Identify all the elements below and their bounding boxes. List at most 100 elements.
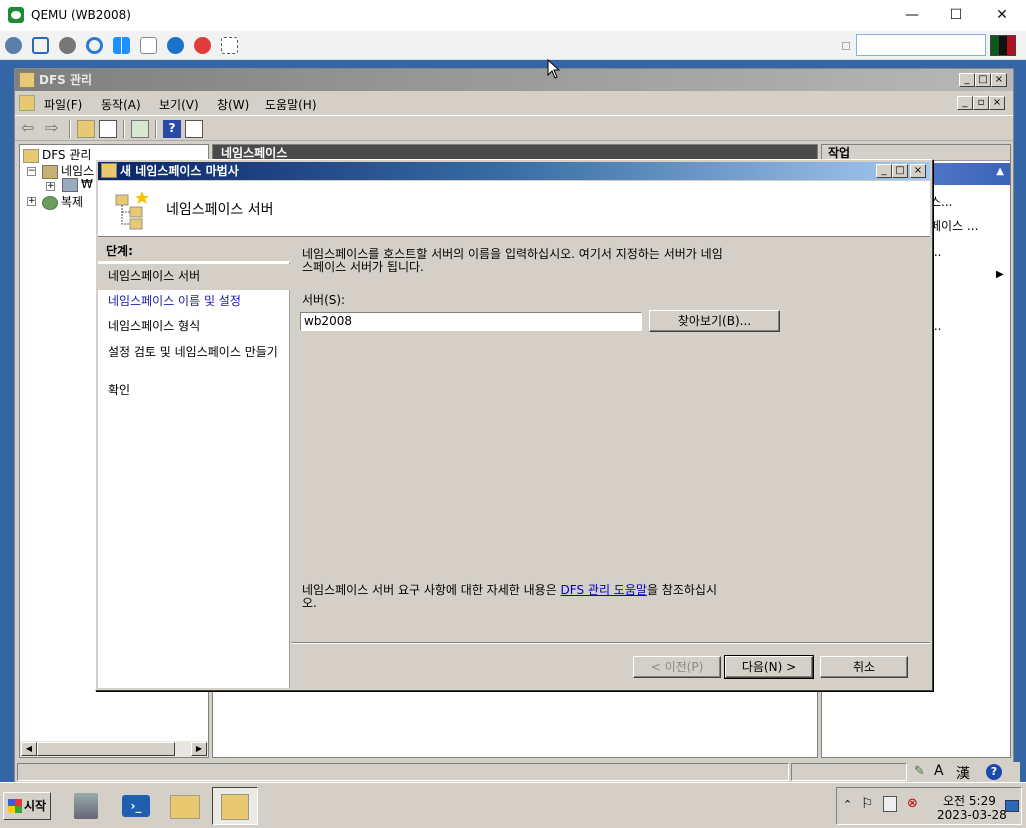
action-center-flag-icon[interactable]: ⚐ <box>861 796 874 812</box>
namespace-folder-icon <box>42 164 58 179</box>
host-maximize-button[interactable]: ☐ <box>934 4 978 26</box>
language-bar: ✎ A 漢 ? <box>910 762 1020 782</box>
dfs-management-icon <box>221 794 249 820</box>
drive-icon[interactable] <box>140 37 157 54</box>
mmc-maximize-button[interactable]: □ <box>975 73 991 87</box>
next-button[interactable]: 다음(N) > <box>724 655 814 679</box>
footer-separator <box>292 642 930 644</box>
submenu-arrow-icon[interactable]: ▶ <box>996 269 1004 280</box>
tree-horizontal-scrollbar[interactable]: ◀ ▶ <box>20 741 208 757</box>
help-text-prefix: 네임스페이스 서버 요구 사항에 대한 자세한 내용은 <box>302 583 561 597</box>
scroll-right-button[interactable]: ▶ <box>191 742 207 756</box>
child-minimize-button[interactable]: _ <box>957 96 973 110</box>
scroll-left-button[interactable]: ◀ <box>21 742 37 756</box>
wizard-minimize-button[interactable]: _ <box>876 164 892 178</box>
description-line-2: 스페이스 서버가 됩니다. <box>302 260 424 274</box>
tree-expand-toggle[interactable]: + <box>46 182 55 191</box>
volume-muted-icon[interactable]: ⊗ <box>907 796 918 811</box>
tree-replication[interactable]: 복제 <box>42 193 83 210</box>
wizard-header: 네임스페이스 서버 <box>98 181 930 237</box>
search-toggle-icon[interactable] <box>842 42 850 50</box>
back-arrow-icon[interactable]: ⇦ <box>21 120 39 138</box>
toolbar-separator <box>69 120 71 138</box>
system-tray: ⌃ ⚐ ⊗ 오전 5:29 2023-03-28 <box>836 787 1022 825</box>
mouse-cursor-icon <box>547 59 560 79</box>
help-text-suffix: 을 참조하십시 <box>646 583 717 597</box>
fullscreen-icon[interactable] <box>32 37 49 54</box>
tree-root[interactable]: DFS 관리 <box>23 146 91 163</box>
tree-replication-label: 복제 <box>61 195 84 209</box>
cancel-button[interactable]: 취소 <box>820 656 908 678</box>
tree-root-label: DFS 관리 <box>42 148 92 162</box>
ime-help-icon[interactable]: ? <box>986 764 1002 780</box>
wizard-maximize-button[interactable]: □ <box>892 164 908 178</box>
show-tree-icon[interactable] <box>99 120 117 138</box>
mmc-close-button[interactable]: × <box>991 73 1007 87</box>
action-item[interactable]: 스... <box>930 193 952 210</box>
tree-expand-toggle[interactable]: + <box>27 197 36 206</box>
step-review-settings: 설정 검토 및 네임스페이스 만들기 <box>108 345 278 359</box>
menu-help[interactable]: 도움말(H) <box>265 96 317 113</box>
scroll-thumb[interactable] <box>37 742 175 756</box>
action-pane-icon[interactable] <box>185 120 203 138</box>
network-tray-icon[interactable] <box>883 796 897 812</box>
mmc-minimize-button[interactable]: _ <box>959 73 975 87</box>
step-namespace-name[interactable]: 네임스페이스 이름 및 설정 <box>108 295 286 308</box>
ime-pad-icon[interactable]: ✎ <box>914 764 925 779</box>
tree-namespace-child[interactable]: ₩ <box>62 177 93 192</box>
menu-file[interactable]: 파일(F) <box>44 96 82 113</box>
browse-button[interactable]: 찾아보기(B)... <box>649 310 780 332</box>
export-list-icon[interactable] <box>131 120 149 138</box>
refresh-icon[interactable] <box>86 37 103 54</box>
up-folder-icon[interactable] <box>77 120 95 138</box>
menu-view[interactable]: 보기(V) <box>159 96 199 113</box>
show-desktop-icon[interactable] <box>1005 800 1019 812</box>
host-titlebar: QEMU (WB2008) — ☐ ✕ <box>0 0 1026 31</box>
mmc-status-bar <box>15 761 1013 783</box>
explorer-folder-icon <box>170 795 200 819</box>
powershell-task[interactable]: ›_ <box>116 787 156 825</box>
host-search-input[interactable] <box>856 34 986 56</box>
menu-action[interactable]: 동작(A) <box>101 96 141 113</box>
show-hidden-icons-icon[interactable]: ⌃ <box>843 798 852 811</box>
back-button[interactable]: < 이전(P) <box>633 656 721 678</box>
console-icon[interactable] <box>19 95 35 111</box>
child-restore-button[interactable]: ▫ <box>973 96 989 110</box>
stop-icon[interactable] <box>194 37 211 54</box>
collapse-up-icon[interactable]: ▲ <box>996 166 1004 177</box>
keyboard-layout-icon[interactable] <box>990 35 1016 56</box>
explorer-task[interactable] <box>166 787 206 825</box>
gear-icon[interactable] <box>59 37 76 54</box>
menu-window[interactable]: 창(W) <box>217 96 249 113</box>
server-input[interactable]: wb2008 <box>300 312 642 331</box>
wizard-close-button[interactable]: × <box>910 164 926 178</box>
info-icon[interactable] <box>167 37 184 54</box>
host-minimize-button[interactable]: — <box>890 4 934 26</box>
clock-time[interactable]: 오전 5:29 <box>943 792 996 809</box>
dfs-help-link[interactable]: DFS 관리 도움말 <box>561 583 647 597</box>
help-icon[interactable]: ? <box>163 120 181 138</box>
wizard-title-text: 새 네임스페이스 마법사 <box>120 164 239 178</box>
start-button[interactable]: 시작 <box>3 792 51 820</box>
host-close-button[interactable]: ✕ <box>980 4 1024 26</box>
ime-mode-icon[interactable]: A <box>934 763 944 779</box>
step-namespace-type: 네임스페이스 형식 <box>108 319 201 333</box>
child-close-button[interactable]: × <box>989 96 1005 110</box>
toolbar-separator <box>123 120 125 138</box>
forward-arrow-icon[interactable]: ⇨ <box>45 120 63 138</box>
server-manager-task[interactable] <box>66 787 106 825</box>
new-namespace-wizard: 새 네임스페이스 마법사 _ □ × 네임스페이스 서버 단계: 네임스페이스 … <box>95 159 933 691</box>
status-cell <box>17 763 789 781</box>
action-item[interactable]: 페이스 ... <box>930 217 978 234</box>
server-manager-icon <box>74 793 98 819</box>
tree-collapse-toggle[interactable]: − <box>27 167 36 176</box>
windows-icon[interactable] <box>113 37 130 54</box>
mmc-titlebar: DFS 관리 <box>15 69 1013 91</box>
hanja-icon[interactable]: 漢 <box>956 763 970 783</box>
network-icon[interactable] <box>5 37 22 54</box>
download-icon[interactable] <box>221 37 238 54</box>
mmc-toolbar: ⇦ ⇨ ? <box>15 115 1013 141</box>
windows-logo-icon <box>8 799 22 813</box>
dfs-management-task[interactable] <box>212 787 258 825</box>
clock-date[interactable]: 2023-03-28 <box>937 808 1007 822</box>
